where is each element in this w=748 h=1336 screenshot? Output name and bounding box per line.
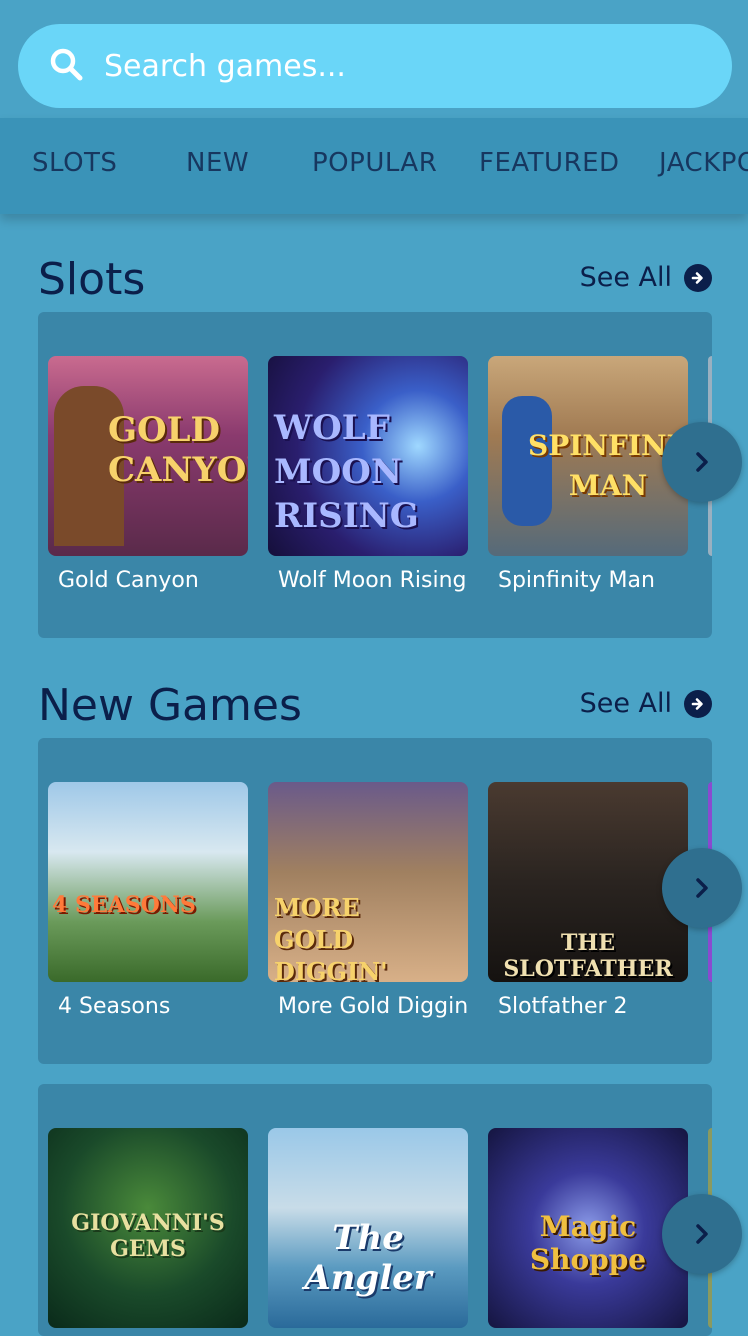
- game-card-giovannis-gems[interactable]: GIOVANNI'S GEMS: [48, 1128, 248, 1328]
- see-all-slots-link[interactable]: See All: [580, 262, 712, 293]
- game-card-wolf-moon-rising[interactable]: WOLF MOON RISING Wolf Moon Rising: [268, 356, 468, 593]
- game-art-title: GOLD CANYON: [108, 410, 248, 490]
- game-art-title: GIOVANNI'S GEMS: [71, 1210, 225, 1262]
- arrow-right-icon: [684, 689, 712, 718]
- game-thumbnail: WOLF MOON RISING: [268, 356, 468, 556]
- game-name: Slotfather 2: [498, 994, 628, 1019]
- section-title-slots: Slots: [38, 254, 146, 305]
- new-games-carousel: 4 SEASONS 4 Seasons MORE GOLD DIGGIN' Mo…: [38, 738, 712, 1064]
- game-card-more-gold-diggin[interactable]: MORE GOLD DIGGIN' More Gold Diggin: [268, 782, 468, 1019]
- see-all-label: See All: [579, 262, 672, 293]
- carousel-next-button[interactable]: [662, 1194, 742, 1274]
- game-art-title: WOLF MOON RISING: [274, 408, 419, 536]
- game-thumbnail: GOLD CANYON: [48, 356, 248, 556]
- see-all-new-games-link[interactable]: See All: [580, 688, 712, 719]
- game-card-4-seasons[interactable]: 4 SEASONS 4 Seasons: [48, 782, 248, 1019]
- category-tabs: SLOTS NEW POPULAR FEATURED JACKPO: [0, 118, 748, 214]
- game-art-title: Magic Shoppe: [529, 1210, 647, 1276]
- tab-featured[interactable]: FEATURED: [479, 148, 620, 178]
- game-thumbnail: SPINFINITY MAN: [488, 356, 688, 556]
- game-name: Spinfinity Man: [498, 568, 655, 593]
- game-card-magic-shoppe[interactable]: Magic Shoppe: [488, 1128, 688, 1328]
- game-name: 4 Seasons: [58, 994, 171, 1019]
- game-thumbnail: Magic Shoppe: [488, 1128, 688, 1328]
- game-name: Wolf Moon Rising: [278, 568, 467, 593]
- arrow-right-icon: [684, 263, 712, 292]
- carousel-next-button[interactable]: [662, 422, 742, 502]
- game-art-title: The Angler: [304, 1218, 432, 1298]
- chevron-right-icon: [696, 878, 708, 898]
- game-card-the-angler[interactable]: The Angler: [268, 1128, 468, 1328]
- tab-jackpot[interactable]: JACKPO: [659, 148, 748, 178]
- game-card-spinfinity-man[interactable]: SPINFINITY MAN Spinfinity Man: [488, 356, 688, 593]
- games-carousel-3: GIOVANNI'S GEMS The Angler Magic Shoppe: [38, 1084, 712, 1336]
- game-thumbnail: GIOVANNI'S GEMS: [48, 1128, 248, 1328]
- game-card-gold-canyon[interactable]: GOLD CANYON Gold Canyon: [48, 356, 248, 593]
- tab-new[interactable]: NEW: [186, 148, 249, 178]
- search-icon: [48, 46, 84, 86]
- game-art-title: MORE GOLD DIGGIN': [274, 893, 388, 982]
- tab-slots[interactable]: SLOTS: [32, 148, 117, 178]
- game-thumbnail: THE SLOTFATHER: [488, 782, 688, 982]
- section-title-new-games: New Games: [38, 680, 302, 731]
- game-card-slotfather-2[interactable]: THE SLOTFATHER Slotfather 2: [488, 782, 688, 1019]
- game-thumbnail: The Angler: [268, 1128, 468, 1328]
- see-all-label: See All: [579, 688, 672, 719]
- carousel-next-button[interactable]: [662, 848, 742, 928]
- game-art-title: THE SLOTFATHER: [503, 930, 673, 982]
- tab-popular[interactable]: POPULAR: [312, 148, 437, 178]
- game-art-title: 4 SEASONS: [52, 892, 196, 918]
- game-name: More Gold Diggin: [278, 994, 469, 1019]
- chevron-right-icon: [696, 1224, 708, 1244]
- slots-carousel: GOLD CANYON Gold Canyon WOLF MOON RISING…: [38, 312, 712, 638]
- game-thumbnail: MORE GOLD DIGGIN': [268, 782, 468, 982]
- game-name: Gold Canyon: [58, 568, 199, 593]
- game-thumbnail: 4 SEASONS: [48, 782, 248, 982]
- search-input[interactable]: [102, 47, 666, 85]
- search-bar[interactable]: [18, 24, 732, 108]
- chevron-right-icon: [696, 452, 708, 472]
